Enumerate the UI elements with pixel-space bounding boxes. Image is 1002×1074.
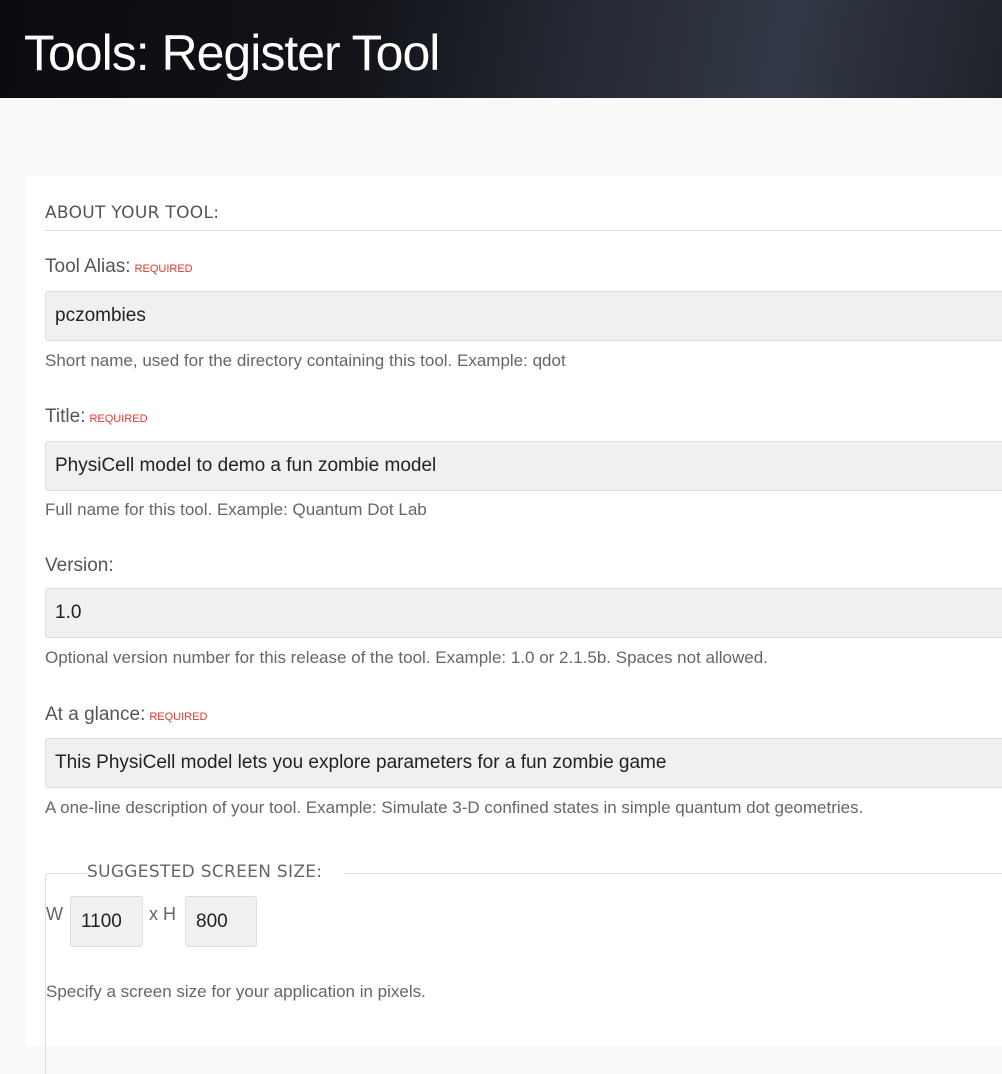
- alias-hint: Short name, used for the directory conta…: [45, 351, 566, 370]
- width-label: W: [46, 904, 63, 924]
- version-input[interactable]: 1.0: [45, 588, 1002, 638]
- title-input[interactable]: PhysiCell model to demo a fun zombie mod…: [45, 441, 1002, 491]
- section-title: ABOUT YOUR TOOL:: [45, 203, 220, 223]
- at-a-glance-input[interactable]: This PhysiCell model lets you explore pa…: [45, 738, 1002, 788]
- title-label: Title: REQUIRED: [45, 406, 148, 427]
- height-label: x H: [149, 904, 176, 924]
- glance-hint: A one-line description of your tool. Exa…: [45, 798, 864, 817]
- version-hint: Optional version number for this release…: [45, 648, 768, 667]
- glance-label: At a glance: REQUIRED: [45, 704, 208, 725]
- tool-alias-input[interactable]: pczombies: [45, 291, 1002, 341]
- required-badge: REQUIRED: [149, 711, 208, 723]
- screen-size-legend: SUGGESTED SCREEN SIZE:: [87, 862, 345, 882]
- page-header: Tools: Register Tool: [0, 0, 1002, 98]
- required-badge: REQUIRED: [134, 263, 193, 275]
- version-label: Version:: [45, 555, 114, 576]
- width-input[interactable]: 1100: [70, 896, 143, 947]
- register-tool-form: ABOUT YOUR TOOL: Tool Alias: REQUIRED pcz…: [25, 176, 1002, 1074]
- page-title: Tools: Register Tool: [24, 25, 440, 81]
- height-input[interactable]: 800: [185, 896, 257, 947]
- required-badge: REQUIRED: [89, 413, 148, 425]
- screen-size-hint: Specify a screen size for your applicati…: [46, 982, 426, 1001]
- title-hint: Full name for this tool. Example: Quantu…: [45, 500, 427, 519]
- alias-label: Tool Alias: REQUIRED: [45, 256, 193, 277]
- divider: [45, 230, 1002, 231]
